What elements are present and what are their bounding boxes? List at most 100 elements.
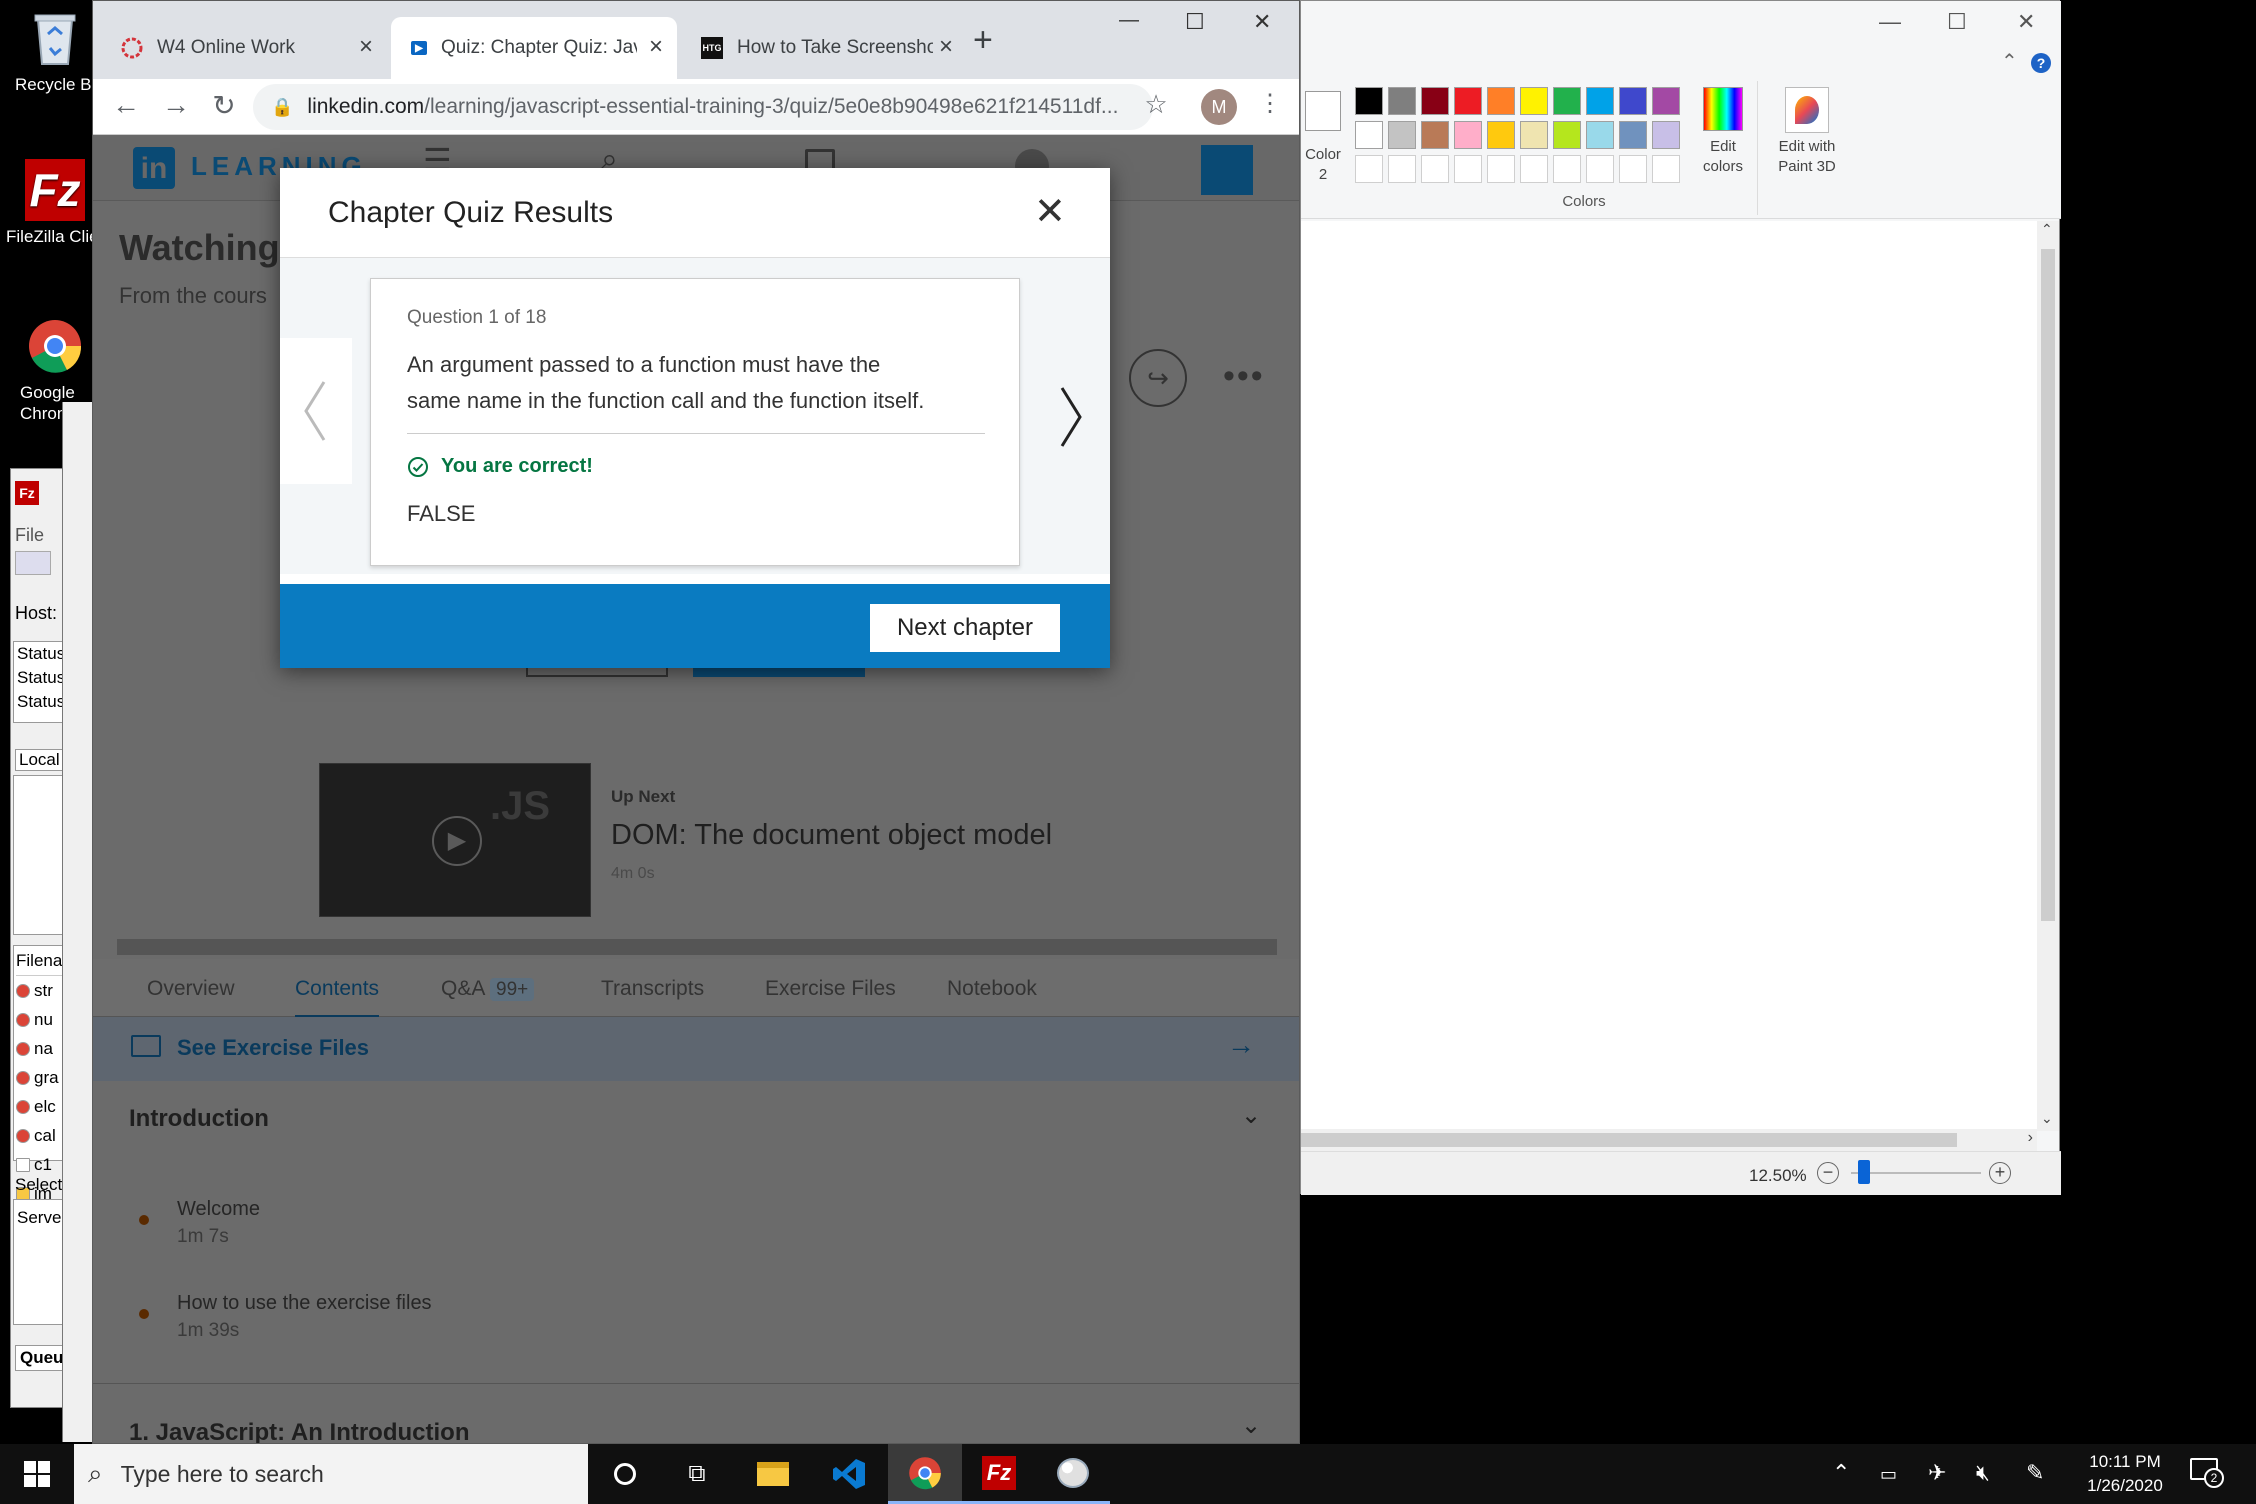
palette-color-swatch[interactable] — [1388, 87, 1416, 115]
close-icon[interactable]: ✕ — [1034, 193, 1066, 231]
start-button[interactable] — [0, 1444, 74, 1504]
back-icon[interactable]: ← — [109, 89, 143, 121]
taskbar-filezilla[interactable]: Fz — [962, 1444, 1036, 1504]
palette-color-swatch[interactable] — [1619, 121, 1647, 149]
retake-button[interactable] — [526, 667, 668, 677]
custom-color-slot[interactable] — [1454, 155, 1482, 183]
section-title-chapter-1[interactable]: 1. JavaScript: An Introduction — [129, 1419, 470, 1443]
palette-color-swatch[interactable] — [1586, 121, 1614, 149]
close-window-button[interactable]: ✕ — [1253, 9, 1271, 35]
tab-transcripts[interactable]: Transcripts — [601, 977, 704, 1001]
palette-color-swatch[interactable] — [1652, 121, 1680, 149]
custom-color-slot[interactable] — [1388, 155, 1416, 183]
collapse-ribbon-icon[interactable]: ⌃ — [2001, 49, 2018, 74]
custom-color-slot[interactable] — [1421, 155, 1449, 183]
palette-color-swatch[interactable] — [1454, 87, 1482, 115]
volume-muted-icon[interactable]: 🔇︎ — [1976, 1460, 1990, 1486]
paint-canvas[interactable] — [1301, 221, 2037, 1131]
pen-workspace-icon[interactable]: ✎ — [2026, 1460, 2044, 1486]
palette-color-swatch[interactable] — [1388, 121, 1416, 149]
custom-color-slot[interactable] — [1520, 155, 1548, 183]
up-next-title[interactable]: DOM: The document object model — [611, 819, 1052, 852]
filezilla-window[interactable]: Fz File Host: Status: Status: Status: Lo… — [10, 468, 66, 1408]
see-exercise-files-link[interactable]: See Exercise Files — [177, 1035, 369, 1061]
palette-color-swatch[interactable] — [1520, 87, 1548, 115]
custom-color-slot[interactable] — [1355, 155, 1383, 183]
chevron-down-icon[interactable]: ⌄ — [1241, 1101, 1261, 1130]
next-chapter-button[interactable]: Next chapter — [870, 604, 1060, 652]
battery-icon[interactable]: ▭ — [1880, 1464, 1897, 1485]
zoom-slider[interactable] — [1851, 1160, 1981, 1184]
see-exercise-files-bar[interactable]: See Exercise Files → — [93, 1017, 1299, 1081]
paint-window[interactable]: — ☐ ✕ ⌃ ? Color 2 Colors Edit colors Edit… — [1300, 0, 2061, 1195]
cortana-button[interactable] — [588, 1444, 662, 1504]
palette-color-swatch[interactable] — [1652, 87, 1680, 115]
minimize-button[interactable]: — — [1119, 9, 1139, 32]
file-row[interactable]: elc — [16, 1092, 64, 1121]
taskbar-vscode[interactable] — [812, 1444, 886, 1504]
palette-color-swatch[interactable] — [1421, 121, 1449, 149]
palette-color-swatch[interactable] — [1421, 87, 1449, 115]
palette-color-swatch[interactable] — [1487, 87, 1515, 115]
menu-file[interactable]: File — [15, 525, 44, 546]
section-title-introduction[interactable]: Introduction — [129, 1105, 269, 1133]
custom-color-slot[interactable] — [1586, 155, 1614, 183]
palette-color-swatch[interactable] — [1454, 121, 1482, 149]
edit-with-paint3d-button[interactable]: Edit with Paint 3D — [1757, 87, 1857, 177]
notification-center-button[interactable]: 2 — [2190, 1458, 2224, 1488]
file-row[interactable]: gra — [16, 1063, 64, 1092]
palette-color-swatch[interactable] — [1619, 87, 1647, 115]
show-hidden-icons[interactable]: ⌃ — [1832, 1460, 1850, 1486]
site-manager-icon[interactable] — [15, 551, 51, 575]
previous-question-button[interactable] — [280, 338, 352, 484]
queue-pane[interactable]: Serve — [13, 1199, 65, 1325]
up-next-thumbnail[interactable]: .JS ▶ — [319, 763, 591, 917]
share-icon[interactable]: ↪ — [1129, 349, 1187, 407]
palette-color-swatch[interactable] — [1520, 121, 1548, 149]
file-row[interactable]: na — [16, 1034, 64, 1063]
linkedin-logo[interactable]: in — [133, 147, 175, 189]
filename-column-header[interactable]: Filena — [16, 946, 64, 976]
queue-tab[interactable]: Queu — [15, 1345, 65, 1371]
palette-color-swatch[interactable] — [1355, 121, 1383, 149]
file-row[interactable]: nu — [16, 1005, 64, 1034]
minimize-button[interactable]: — — [1879, 9, 1901, 35]
airplane-mode-icon[interactable]: ✈ — [1928, 1460, 1946, 1486]
edit-colors-button[interactable]: Edit colors — [1693, 87, 1753, 177]
close-tab-icon[interactable]: × — [649, 33, 663, 61]
next-question-button[interactable] — [1048, 382, 1092, 452]
tab-w4-online-work[interactable]: W4 Online Work × — [101, 17, 387, 79]
reload-icon[interactable]: ↻ — [207, 89, 241, 122]
maximize-button[interactable]: ☐ — [1185, 9, 1205, 35]
more-options-icon[interactable]: ••• — [1223, 357, 1265, 396]
tab-notebook[interactable]: Notebook — [947, 977, 1037, 1001]
tab-exercise-files[interactable]: Exercise Files — [765, 977, 896, 1001]
taskbar-chrome[interactable] — [888, 1444, 962, 1504]
chrome-menu-icon[interactable]: ⋮ — [1253, 89, 1287, 118]
bookmark-star-icon[interactable]: ☆ — [1139, 89, 1173, 120]
zoom-in-icon[interactable]: + — [1989, 1162, 2011, 1184]
custom-color-slot[interactable] — [1487, 155, 1515, 183]
custom-color-slot[interactable] — [1652, 155, 1680, 183]
file-row[interactable]: cal — [16, 1121, 64, 1150]
taskbar-clock[interactable]: 10:11 PM 1/26/2020 — [2070, 1450, 2180, 1498]
close-tab-icon[interactable]: × — [359, 33, 373, 61]
taskbar-search-box[interactable]: ⌕ Type here to search — [74, 1444, 588, 1504]
close-window-button[interactable]: ✕ — [2017, 9, 2035, 35]
horizontal-scrollbar[interactable]: › — [1301, 1129, 2037, 1151]
vertical-scrollbar[interactable]: ⌃ ⌄ — [2037, 221, 2059, 1131]
play-icon[interactable]: ▶ — [432, 816, 482, 866]
custom-color-slot[interactable] — [1553, 155, 1581, 183]
zoom-slider-thumb[interactable] — [1858, 1160, 1870, 1184]
file-row[interactable]: str — [16, 976, 64, 1005]
address-bar[interactable]: 🔒 linkedin.com/learning/javascript-essen… — [253, 84, 1153, 130]
taskbar-paint[interactable] — [1036, 1444, 1110, 1504]
profile-avatar[interactable]: M — [1201, 89, 1237, 125]
zoom-out-icon[interactable]: − — [1817, 1162, 1839, 1184]
lesson-item[interactable]: Welcome 1m 7s — [177, 1195, 260, 1251]
chevron-down-icon[interactable]: ⌄ — [1241, 1411, 1261, 1440]
color2-swatch[interactable] — [1305, 91, 1341, 131]
palette-color-swatch[interactable] — [1586, 87, 1614, 115]
tab-overview[interactable]: Overview — [147, 977, 235, 1001]
maximize-button[interactable]: ☐ — [1947, 9, 1967, 35]
